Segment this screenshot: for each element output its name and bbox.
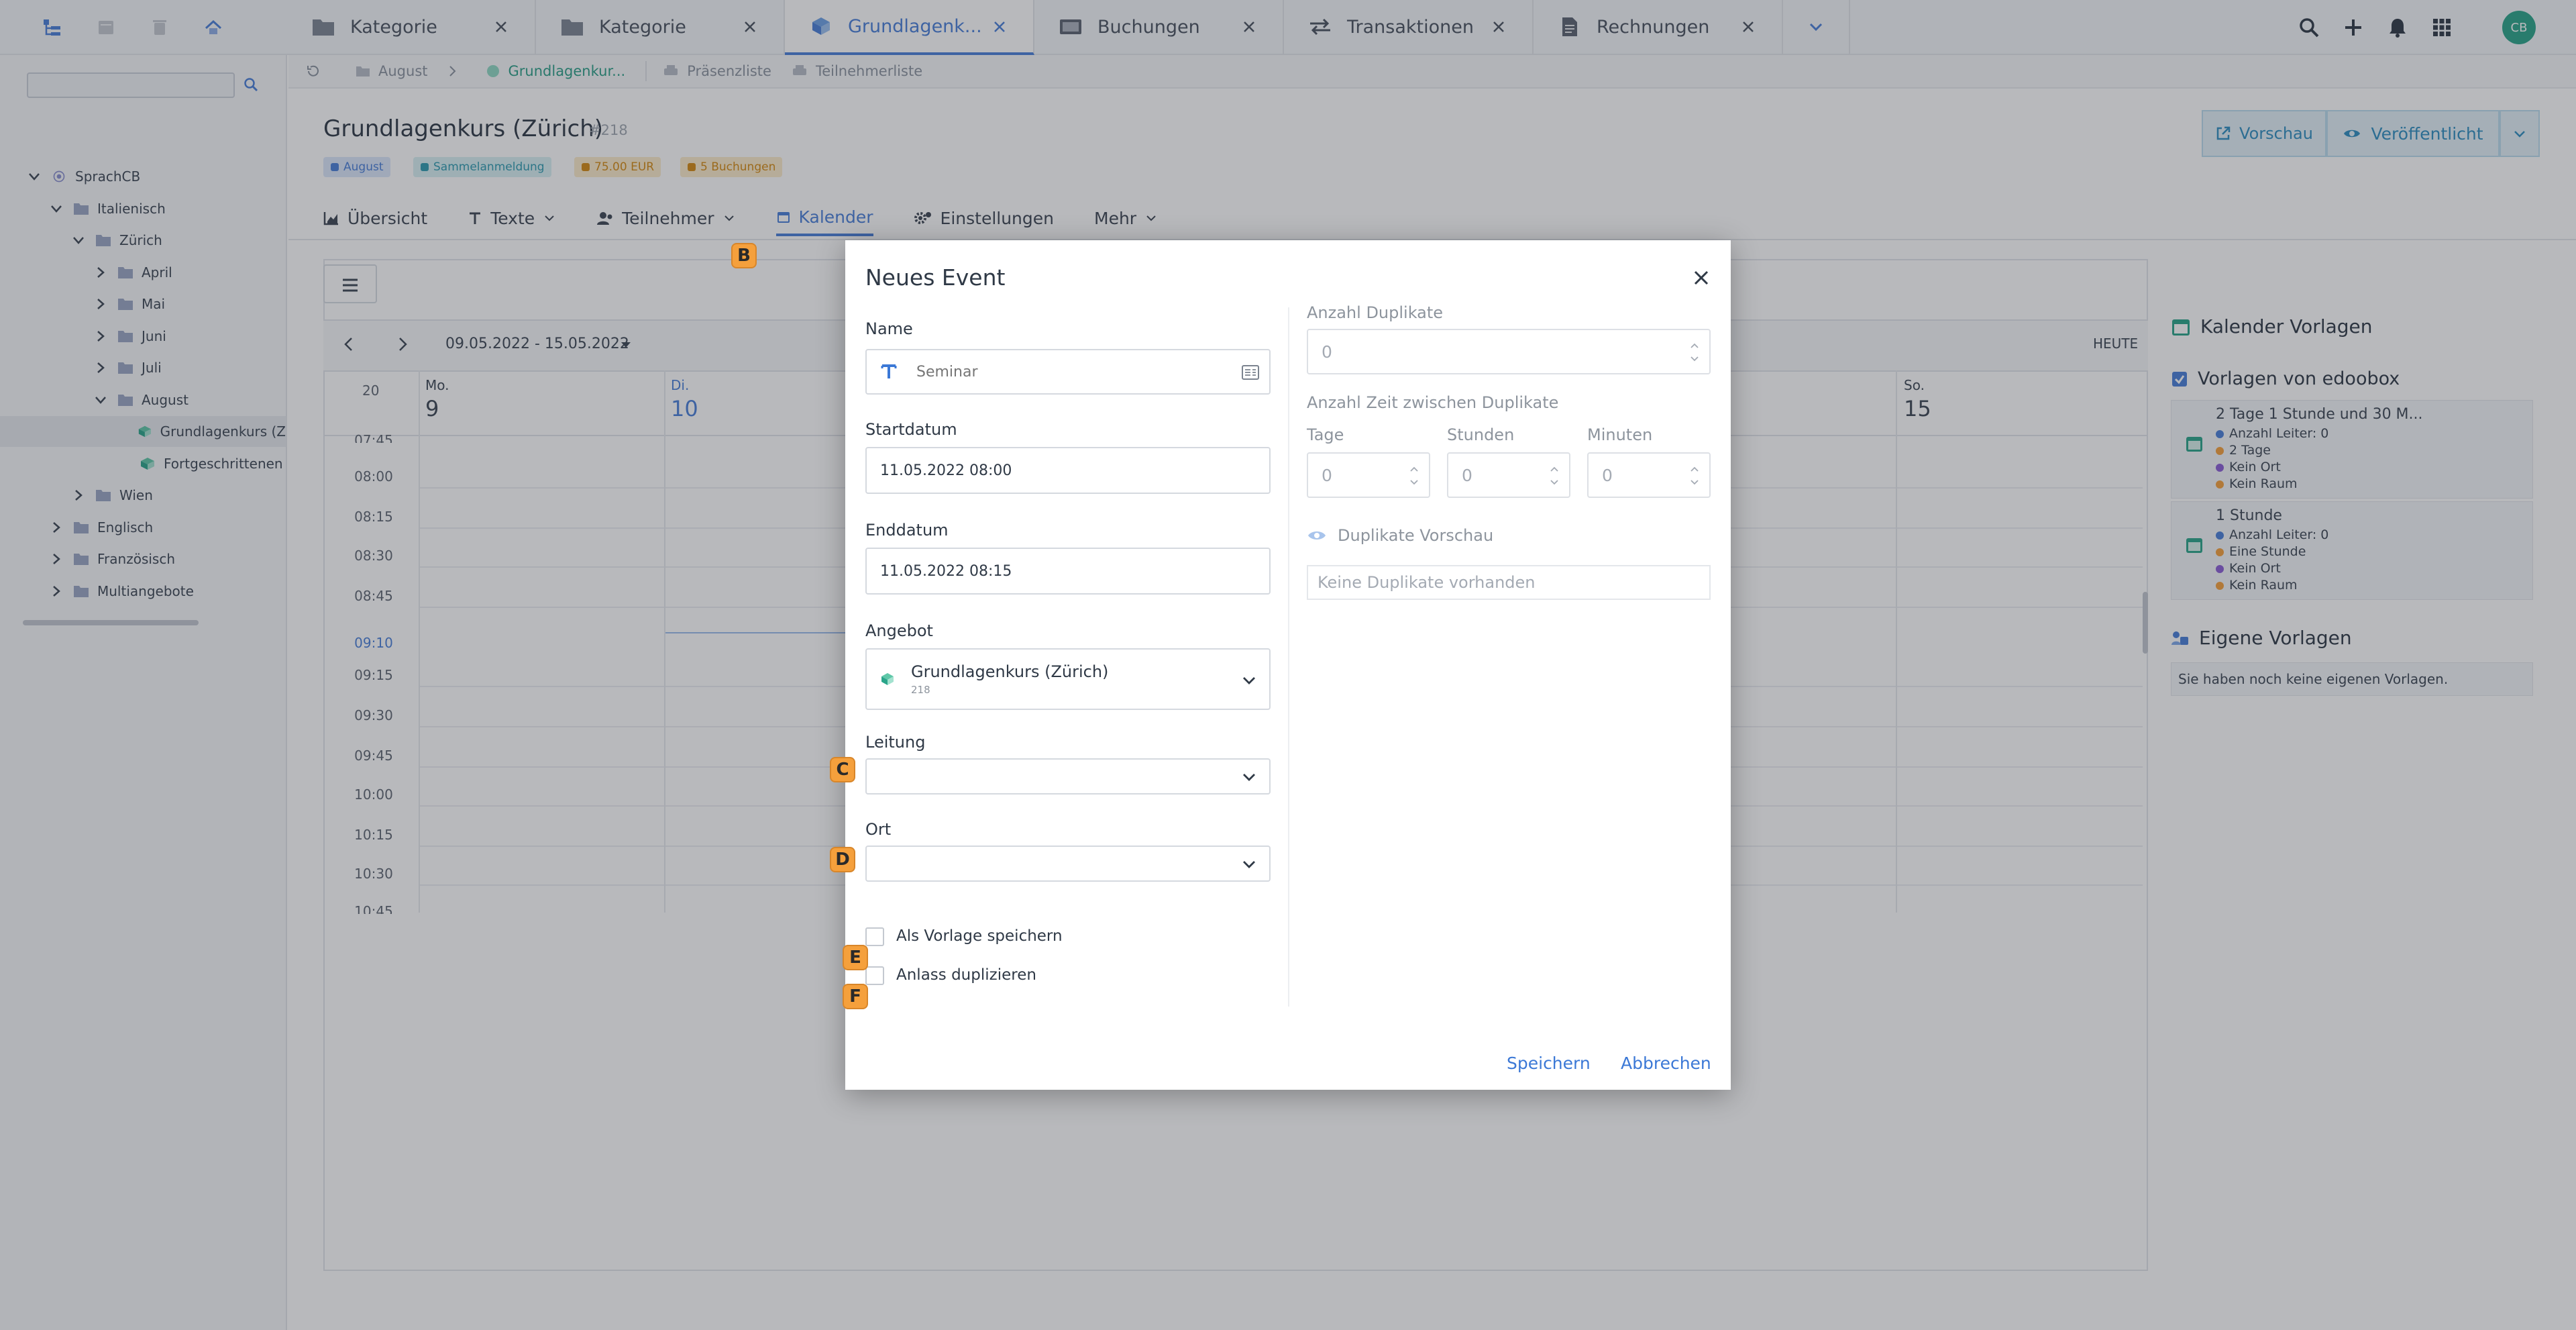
save-template-checkbox[interactable] [865, 927, 884, 946]
text-icon [881, 364, 897, 378]
save-template-label: Als Vorlage speichern [896, 927, 1063, 945]
stepper-arrows-icon[interactable] [1549, 463, 1560, 489]
duplicate-label: Anlass duplizieren [896, 966, 1036, 984]
place-label: Ort [865, 820, 892, 839]
marker-c: C [830, 757, 855, 782]
dup-preview-label: Duplikate Vorschau [1338, 526, 1494, 545]
offer-select[interactable]: Grundlagenkurs (Zürich) 218 [865, 648, 1271, 710]
marker-e: E [843, 945, 868, 970]
days-input[interactable]: 0 [1307, 452, 1430, 498]
stepper-arrows-icon[interactable] [1689, 463, 1700, 489]
lead-label: Leitung [865, 733, 926, 752]
minutes-value: 0 [1602, 465, 1613, 485]
save-button[interactable]: Speichern [1507, 1054, 1591, 1073]
end-label: Enddatum [865, 521, 949, 540]
duplicate-checkbox[interactable] [865, 966, 884, 985]
stepper-arrows-icon[interactable] [1689, 340, 1700, 365]
offer-label: Angebot [865, 621, 933, 640]
dup-preview-empty: Keine Duplikate vorhanden [1307, 565, 1711, 600]
dup-count-label: Anzahl Duplikate [1307, 303, 1444, 322]
dup-preview-header: Duplikate Vorschau [1307, 526, 1493, 545]
marker-b: B [731, 243, 757, 268]
end-date-value: 11.05.2022 08:15 [880, 562, 1012, 580]
lead-select[interactable] [865, 758, 1271, 795]
marker-d: D [830, 847, 855, 872]
place-select[interactable] [865, 846, 1271, 882]
days-label: Tage [1307, 425, 1344, 444]
start-date-value: 11.05.2022 08:00 [880, 462, 1012, 479]
text-format-icon[interactable] [1241, 364, 1260, 381]
stepper-arrows-icon[interactable] [1409, 463, 1419, 489]
marker-f: F [843, 984, 868, 1009]
name-label: Name [865, 319, 913, 338]
start-date-field[interactable]: 11.05.2022 08:00 [865, 447, 1271, 494]
dup-count-input[interactable]: 0 [1307, 329, 1711, 374]
eye-icon [1308, 531, 1326, 540]
minutes-input[interactable]: 0 [1587, 452, 1711, 498]
chevron-down-icon [1243, 861, 1255, 868]
minutes-label: Minuten [1587, 425, 1653, 444]
offer-value: Grundlagenkurs (Zürich) [911, 662, 1109, 681]
end-date-field[interactable]: 11.05.2022 08:15 [865, 548, 1271, 595]
column-divider [1288, 307, 1289, 1007]
close-icon[interactable] [1692, 268, 1711, 287]
new-event-dialog: Neues Event Name Startdatum 11.05.2022 0… [845, 240, 1731, 1090]
chevron-down-icon [1243, 774, 1255, 781]
hours-label: Stunden [1447, 425, 1515, 444]
name-input[interactable] [916, 363, 1225, 380]
dup-interval-label: Anzahl Zeit zwischen Duplikate [1307, 393, 1559, 412]
cancel-button[interactable]: Abbrechen [1621, 1054, 1711, 1073]
course-icon [881, 673, 894, 685]
chevron-down-icon [1243, 677, 1255, 684]
dup-count-value: 0 [1322, 342, 1332, 362]
start-label: Startdatum [865, 420, 957, 439]
name-field[interactable] [865, 349, 1271, 395]
dialog-title: Neues Event [865, 264, 1006, 291]
offer-id: 218 [911, 684, 930, 696]
hours-value: 0 [1462, 465, 1472, 485]
hours-input[interactable]: 0 [1447, 452, 1570, 498]
days-value: 0 [1322, 465, 1332, 485]
